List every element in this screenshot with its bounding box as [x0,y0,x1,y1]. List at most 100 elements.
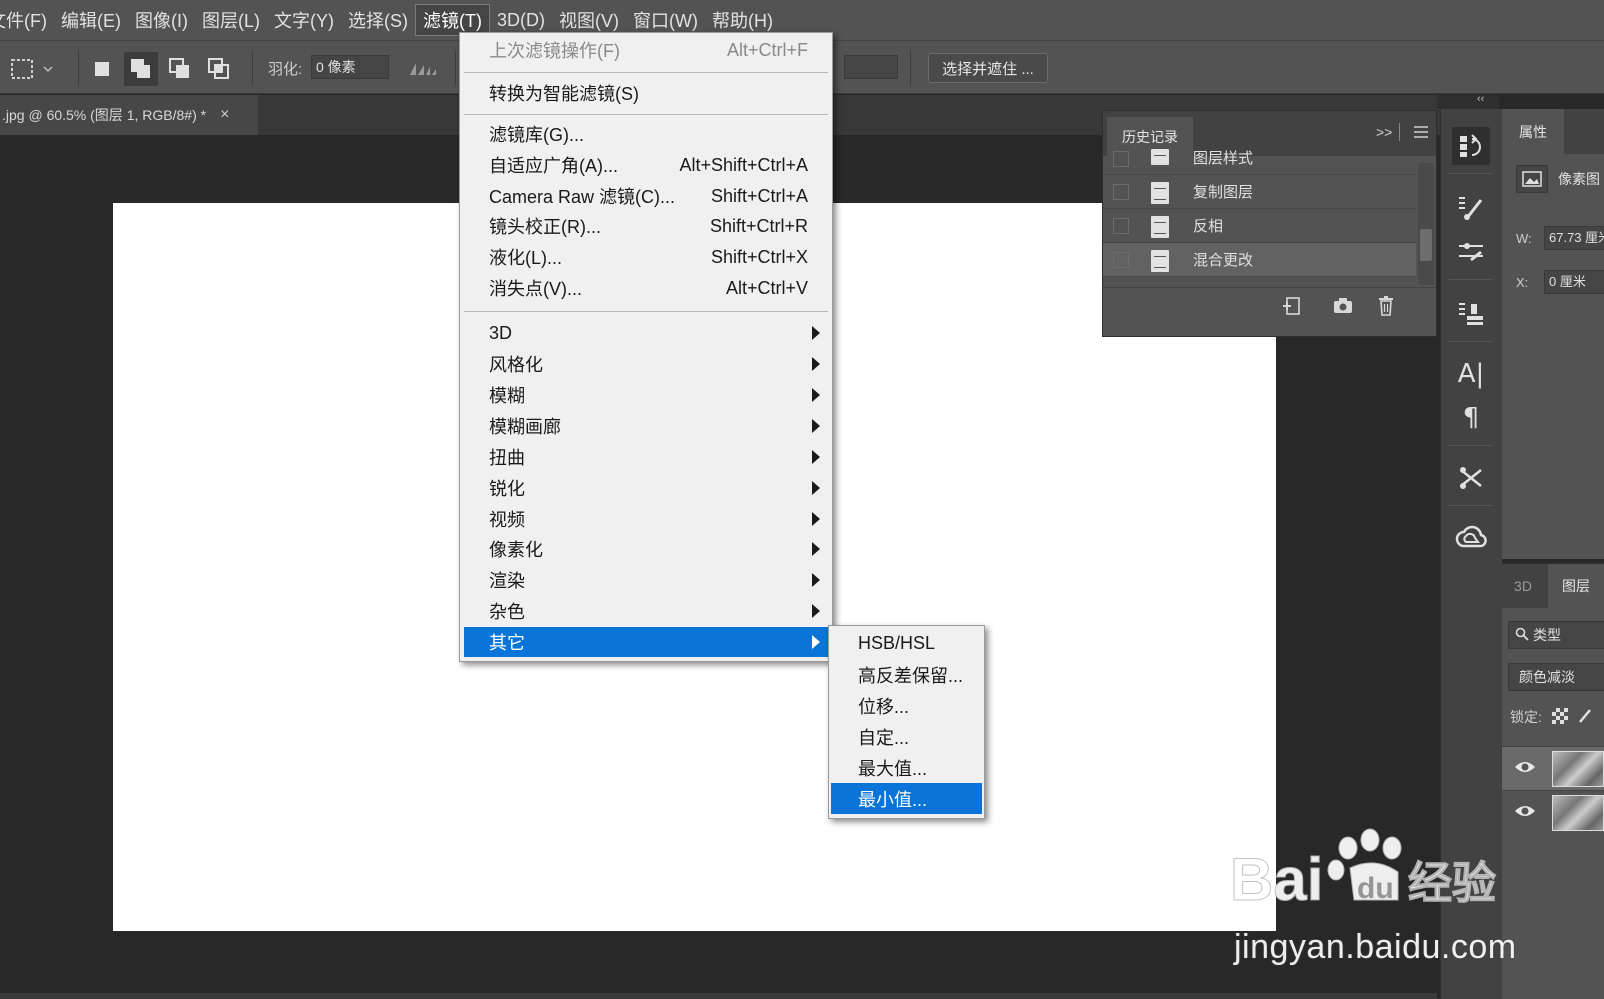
menu-image[interactable]: 图像(I) [128,4,195,36]
width-label: W: [1516,231,1532,246]
submenu-arrow-icon [812,573,820,587]
marquee-tool-icon[interactable] [6,52,40,86]
submenu-other[interactable]: 其它 [464,627,828,657]
clone-source-icon[interactable] [1452,295,1490,333]
layers-panel: 3D 图层 类型 颜色减淡 锁定: [1502,562,1604,999]
menu-item-high-pass[interactable]: 高反差保留... [831,659,982,690]
history-state-icon [1151,250,1169,272]
history-scrollbar[interactable] [1418,163,1434,285]
close-icon[interactable]: × [220,106,229,124]
pixel-layer-info: 像素图 [1516,165,1600,193]
layer-kind-filter[interactable]: 类型 [1508,621,1604,649]
tool-presets-icon[interactable] [1452,459,1490,497]
feather-input[interactable]: 0 像素 [311,55,389,79]
snapshot-checkbox[interactable] [1113,151,1129,167]
submenu-pixelate[interactable]: 像素化 [464,534,828,564]
history-row-label: 反相 [1193,218,1224,235]
history-row[interactable]: 反相 [1103,209,1416,243]
history-row[interactable]: 图层样式 [1103,149,1416,175]
history-row-label: 图层样式 [1193,150,1254,167]
anti-alias-icon[interactable] [406,52,440,86]
menu-item-adaptive-wide-angle[interactable]: 自适应广角(A)... Alt+Shift+Ctrl+A [464,150,828,180]
other-submenu: HSB/HSL 高反差保留... 位移... 自定... 最大值... 最小值.… [828,625,985,819]
menu-item-label: 其它 [489,633,525,653]
select-and-mask-button[interactable]: 选择并遮住 ... [928,53,1048,83]
layers-tabbar: 3D 图层 [1502,564,1604,608]
trash-icon[interactable] [1376,295,1396,322]
menu-item-label: 3D [489,322,513,343]
history-row-label: 混合更改 [1193,252,1254,269]
visibility-eye-icon[interactable] [1514,803,1536,824]
intersect-selection-icon[interactable] [202,52,236,86]
menu-item-lens-correction[interactable]: 镜头校正(R)... Shift+Ctrl+R [464,211,828,241]
menu-item-offset[interactable]: 位移... [831,690,982,721]
scrollbar-thumb[interactable] [1420,229,1432,261]
menu-type[interactable]: 文字(Y) [267,4,341,36]
submenu-3d[interactable]: 3D [464,318,828,348]
snapshot-checkbox[interactable] [1113,183,1129,200]
menu-file[interactable]: 文件(F) [0,4,54,36]
history-row-current[interactable]: 混合更改 [1103,243,1416,277]
menu-item-hsb-hsl[interactable]: HSB/HSL [831,628,982,659]
style-field[interactable] [844,55,898,79]
watermark-url: jingyan.baidu.com [1234,928,1517,966]
submenu-arrow-icon [812,357,820,371]
brush-settings-icon[interactable] [1452,189,1490,227]
menu-item-shortcut: Alt+Ctrl+F [726,39,808,60]
camera-icon[interactable] [1332,296,1354,321]
menu-select[interactable]: 选择(S) [341,4,415,36]
character-panel-icon[interactable]: A| [1452,355,1490,393]
blend-mode-select[interactable]: 颜色减淡 [1508,663,1604,691]
menu-item-custom[interactable]: 自定... [831,721,982,752]
tab-layers[interactable]: 图层 [1548,564,1604,608]
add-to-selection-icon[interactable] [124,52,158,86]
tab-properties[interactable]: 属性 [1502,109,1564,154]
lock-image-pixels-icon[interactable] [1578,708,1592,727]
menu-item-filter-gallery[interactable]: 滤镜库(G)... [464,119,828,149]
history-row[interactable]: 复制图层 [1103,175,1416,209]
lock-transparent-pixels-icon[interactable] [1551,707,1568,727]
snapshot-checkbox[interactable] [1113,251,1129,268]
submenu-blur-gallery[interactable]: 模糊画廊 [464,411,828,441]
menu-item-liquify[interactable]: 液化(L)... Shift+Ctrl+X [464,242,828,272]
expand-panels-icon[interactable]: >> [1376,124,1392,140]
menu-layer[interactable]: 图层(L) [195,4,267,36]
width-field[interactable]: 67.73 厘米 [1544,226,1604,250]
collapse-icon[interactable]: ‹‹ [1477,93,1484,105]
submenu-noise[interactable]: 杂色 [464,596,828,626]
submenu-render[interactable]: 渲染 [464,565,828,595]
lock-row: 锁定: [1510,707,1592,727]
tool-preset-chevron-icon[interactable] [38,52,58,86]
submenu-distort[interactable]: 扭曲 [464,442,828,472]
menu-item-maximum[interactable]: 最大值... [831,752,982,783]
subtract-selection-icon[interactable] [163,52,197,86]
menu-item-camera-raw[interactable]: Camera Raw 滤镜(C)... Shift+Ctrl+A [464,181,828,211]
menu-edit[interactable]: 编辑(E) [54,4,128,36]
document-tab[interactable]: .jpg @ 60.5% (图层 1, RGB/8#) * × [0,95,258,135]
creative-cloud-libraries-icon[interactable] [1452,519,1490,557]
x-field[interactable]: 0 厘米 [1544,270,1604,294]
menu-item-vanishing-point[interactable]: 消失点(V)... Alt+Ctrl+V [464,273,828,303]
paragraph-panel-icon[interactable]: ¶ [1452,399,1490,437]
submenu-video[interactable]: 视频 [464,504,828,534]
submenu-arrow-icon [812,450,820,464]
submenu-arrow-icon [812,512,820,526]
menu-item-convert-smart-filter[interactable]: 转换为智能滤镜(S) [464,78,828,108]
submenu-stylize[interactable]: 风格化 [464,349,828,379]
layer-row-selected[interactable] [1502,746,1604,790]
x-label: X: [1516,275,1529,290]
tab-3d[interactable]: 3D [1502,564,1544,608]
history-panel-icon[interactable] [1452,127,1490,165]
brush-presets-icon[interactable] [1452,233,1490,271]
submenu-sharpen[interactable]: 锐化 [464,473,828,503]
panel-menu-icon[interactable] [1413,125,1429,144]
menu-item-minimum[interactable]: 最小值... [831,783,982,814]
menu-separator [464,114,828,115]
collapse-bar[interactable]: ‹‹ [1437,93,1499,109]
menu-item-label: 模糊 [489,386,525,406]
snapshot-checkbox[interactable] [1113,217,1129,234]
submenu-blur[interactable]: 模糊 [464,380,828,410]
visibility-eye-icon[interactable] [1514,759,1536,780]
new-selection-icon[interactable] [85,52,119,86]
new-document-from-state-icon[interactable] [1281,296,1303,321]
